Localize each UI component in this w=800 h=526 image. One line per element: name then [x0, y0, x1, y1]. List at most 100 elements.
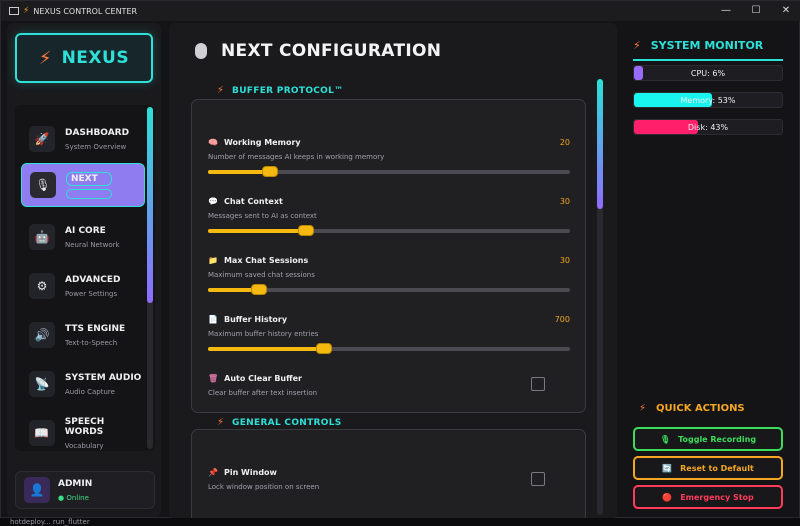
max-chat-sessions-slider[interactable] [208, 284, 570, 295]
close-button[interactable]: ✕ [771, 1, 800, 21]
buffer-history-slider[interactable] [208, 343, 570, 354]
setting-value: 20 [559, 138, 570, 147]
setting-description: Maximum saved chat sessions [208, 271, 315, 279]
rocket-icon: 🚀 [29, 126, 55, 152]
sidebar-item-label: SYSTEM AUDIO [65, 372, 142, 383]
setting-value: 700 [554, 315, 570, 324]
window-title: NEXUS CONTROL CENTER [33, 6, 138, 16]
page-title-text: NEXT CONFIGURATION [221, 41, 442, 61]
setting-description: Clear buffer after text insertion [208, 389, 318, 397]
sidebar-item-ai-core[interactable]: 🤖 AI CORE Neural Network [21, 215, 145, 259]
setting-label: Pin Window [223, 468, 277, 477]
cpu-meter: CPU: 6% [633, 65, 783, 81]
slider-knob[interactable] [316, 343, 332, 354]
folder-icon: 📁 [208, 256, 218, 265]
status-badge: ● Online [58, 493, 89, 502]
sidebar: ⚡ NEXUS 🚀 DASHBOARD System Overview 🎙 NEX… [7, 23, 161, 517]
bolt-icon: ⚡ [639, 403, 647, 414]
scrollbar-thumb[interactable] [597, 79, 603, 209]
disk-meter: Disk: 43% [633, 119, 783, 135]
section-title: BUFFER PROTOCOL™ [232, 85, 344, 96]
stop-icon: 🔴 [662, 492, 673, 502]
quick-actions-header: ⚡ QUICK ACTIONS [639, 403, 745, 414]
sidebar-scrollbar[interactable] [147, 107, 153, 449]
button-label: Reset to Default [680, 463, 754, 473]
minimize-button[interactable]: — [711, 1, 741, 21]
setting-label: Auto Clear Buffer [224, 374, 302, 383]
scrollbar-thumb[interactable] [147, 107, 153, 303]
speech-bubble-icon: 💬 [208, 197, 218, 206]
toggle-recording-button[interactable]: 🎙 Toggle Recording [633, 427, 783, 451]
bolt-icon: ⚡ [23, 6, 30, 16]
sidebar-item-next[interactable]: 🎙 NEXT [21, 163, 145, 207]
setting-working-memory: 🧠 Working Memory 20 Number of messages AI … [208, 138, 570, 177]
sidebar-item-tts-engine[interactable]: 🔊 TTS ENGINE Text-to-Speech [21, 313, 145, 357]
logo: ⚡ NEXUS [15, 33, 153, 83]
speaker-icon: 🔊 [29, 322, 55, 348]
pin-window-checkbox[interactable] [531, 472, 545, 486]
taskbar: hotdeploy... run_flutter [0, 518, 800, 526]
meter-label: CPU: 6% [690, 69, 726, 78]
general-section-header: ⚡ GENERAL CONTROLS [213, 417, 346, 428]
setting-label: Max Chat Sessions [223, 256, 309, 265]
sidebar-item-label: ADVANCED [65, 274, 121, 285]
microphone-icon [195, 43, 207, 59]
slider-knob[interactable] [251, 284, 267, 295]
setting-description: Number of messages AI keeps in working m… [208, 153, 385, 161]
logo-text: NEXUS [61, 48, 130, 68]
buffer-card: 🧠 Working Memory 20 Number of messages AI … [191, 99, 586, 413]
general-card: 📌 Pin Window Lock window position on scre… [191, 429, 586, 519]
sidebar-item-sublabel: Neural Network [65, 240, 120, 249]
main-panel: NEXT CONFIGURATION ⚡ BUFFER PROTOCOL™ 🧠 W… [169, 23, 617, 519]
bolt-icon: ⚡ [217, 85, 225, 96]
auto-clear-checkbox[interactable] [531, 377, 545, 391]
sidebar-item-label: TTS ENGINE [65, 323, 126, 334]
maximize-button[interactable]: ☐ [741, 1, 771, 21]
sidebar-item-sublabel: Audio Capture [65, 387, 115, 396]
setting-pin-window: 📌 Pin Window Lock window position on scre… [208, 468, 570, 491]
microphone-icon: 🎙 [30, 172, 56, 198]
setting-value: 30 [559, 256, 570, 265]
bolt-icon: ⚡ [217, 417, 225, 428]
trash-icon: 🗑 [208, 374, 219, 383]
avatar: 👤 [24, 477, 50, 503]
slider-knob[interactable] [262, 166, 278, 177]
sidebar-item-dashboard[interactable]: 🚀 DASHBOARD System Overview [21, 117, 145, 161]
slider-knob[interactable] [298, 225, 314, 236]
sidebar-item-sublabel: Vocabulary [64, 441, 104, 450]
button-label: Emergency Stop [680, 492, 754, 502]
sidebar-item-label: DASHBOARD [65, 127, 130, 138]
setting-value: 30 [559, 197, 570, 206]
pin-icon: 📌 [208, 468, 218, 477]
main-scrollbar[interactable] [597, 79, 603, 515]
sidebar-item-advanced[interactable]: ⚙ ADVANCED Power Settings [21, 264, 145, 308]
gear-icon: ⚙ [29, 273, 55, 299]
sidebar-item-sublabel: Text-to-Speech [65, 338, 118, 347]
buffer-section-header: ⚡ BUFFER PROTOCOL™ [213, 85, 348, 96]
chat-context-slider[interactable] [208, 225, 570, 236]
section-title: SYSTEM MONITOR [650, 39, 764, 52]
sidebar-item-system-audio[interactable]: 📡 SYSTEM AUDIO Audio Capture [21, 362, 145, 406]
app-icon [9, 7, 19, 15]
setting-auto-clear-buffer: 🗑 Auto Clear Buffer Clear buffer after te… [208, 374, 570, 397]
setting-label: Working Memory [223, 138, 301, 147]
user-card[interactable]: 👤 ADMIN ● Online [15, 471, 155, 509]
sidebar-item-sublabel: System Overview [65, 142, 127, 151]
setting-max-chat-sessions: 📁 Max Chat Sessions 30 Maximum saved chat … [208, 256, 570, 295]
document-icon: 📄 [208, 315, 218, 324]
right-panel: ⚡ SYSTEM MONITOR CPU: 6% Memory: 53% Dis… [625, 23, 795, 517]
setting-description: Messages sent to AI as context [208, 212, 317, 220]
meter-label: Memory: 53% [680, 96, 736, 105]
satellite-icon: 📡 [29, 371, 55, 397]
working-memory-slider[interactable] [208, 166, 570, 177]
microphone-icon: 🎙 [659, 434, 671, 444]
section-title: QUICK ACTIONS [656, 403, 745, 414]
setting-buffer-history: 📄 Buffer History 700 Maximum buffer histor… [208, 315, 570, 354]
reset-to-default-button[interactable]: 🔄 Reset to Default [633, 456, 783, 480]
emergency-stop-button[interactable]: 🔴 Emergency Stop [633, 485, 783, 509]
robot-icon: 🤖 [29, 224, 55, 250]
bolt-icon: ⚡ [633, 39, 641, 52]
sidebar-item-speech-words[interactable]: 📖 SPEECH WORDS Vocabulary [21, 411, 145, 451]
sidebar-item-label: AI CORE [65, 225, 106, 236]
sidebar-item-sublabel [66, 188, 112, 199]
